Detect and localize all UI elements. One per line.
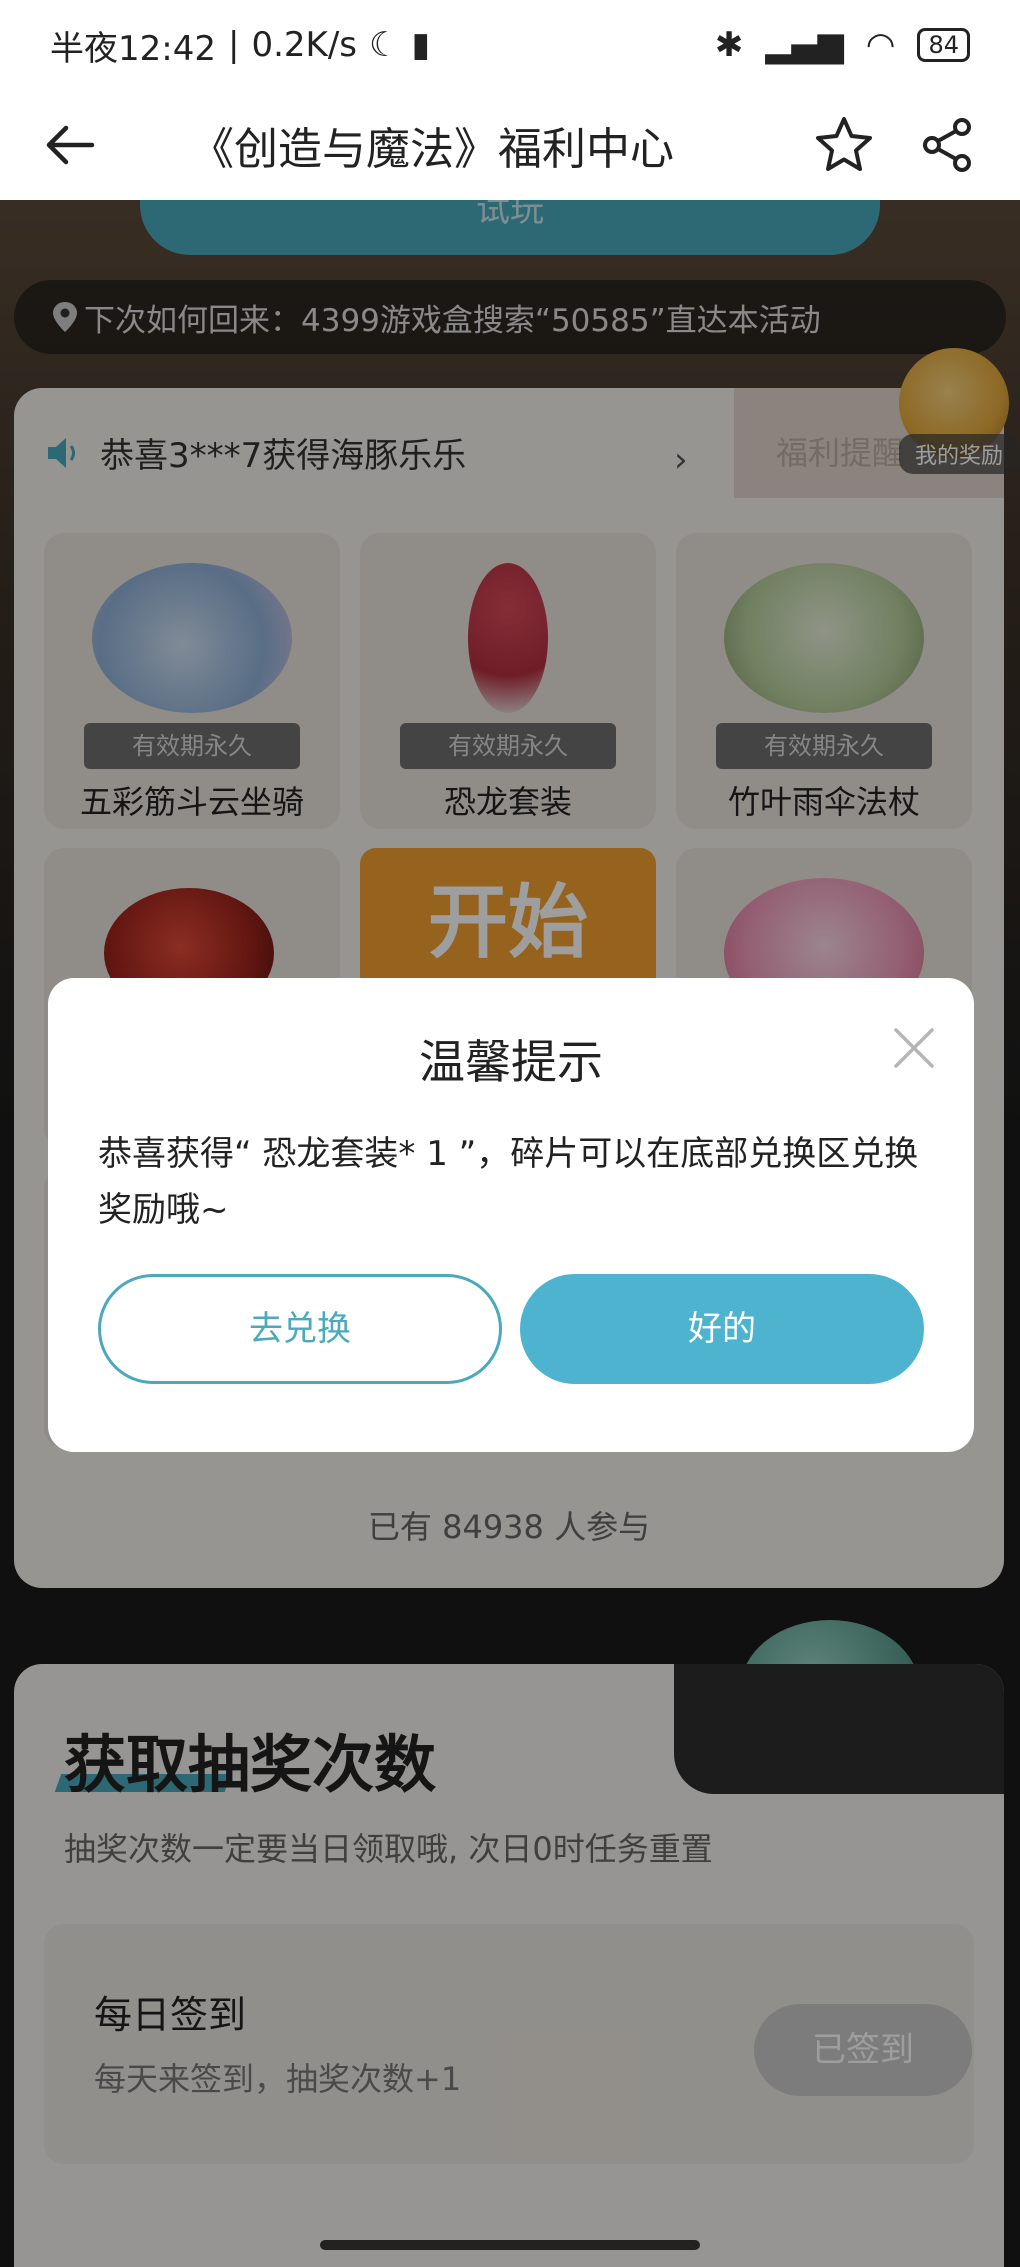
bluetooth-icon: ✱ bbox=[714, 25, 744, 65]
network-speed: 0.2K/s bbox=[251, 25, 357, 65]
dialog-title: 温馨提示 bbox=[419, 1035, 603, 1089]
status-time: 半夜12:42 bbox=[50, 28, 216, 69]
wifi-icon: ◠ bbox=[865, 25, 896, 65]
go-exchange-button[interactable]: 去兑换 bbox=[98, 1274, 502, 1384]
moon-icon: ☾ bbox=[369, 25, 400, 65]
home-indicator[interactable] bbox=[320, 2240, 700, 2250]
battery-level: 84 bbox=[928, 31, 959, 59]
page-title: 《创造与魔法》福利中心 bbox=[190, 124, 674, 175]
ok-button[interactable]: 好的 bbox=[520, 1274, 924, 1384]
share-icon[interactable] bbox=[916, 113, 980, 177]
tip-dialog: 温馨提示 恭喜获得“ 恐龙套装* 1 ”，碎片可以在底部兑换区兑换奖励哦~ 去兑… bbox=[48, 978, 974, 1452]
dialog-message: 恭喜获得“ 恐龙套装* 1 ”，碎片可以在底部兑换区兑换奖励哦~ bbox=[98, 1134, 919, 1230]
battery-icon: 84 bbox=[917, 28, 970, 62]
status-bar: 半夜12:42 | 0.2K/s ☾ ▮ ✱ ▂▄▆ ◠ 84 bbox=[0, 0, 1020, 90]
signal-icon: ▂▄▆ bbox=[765, 25, 844, 65]
vibrate-icon: ▮ bbox=[411, 25, 431, 65]
star-icon[interactable] bbox=[812, 113, 876, 177]
app-header: 《创造与魔法》福利中心 bbox=[0, 90, 1020, 200]
close-icon[interactable] bbox=[886, 1020, 942, 1076]
back-arrow-icon[interactable] bbox=[40, 115, 100, 175]
